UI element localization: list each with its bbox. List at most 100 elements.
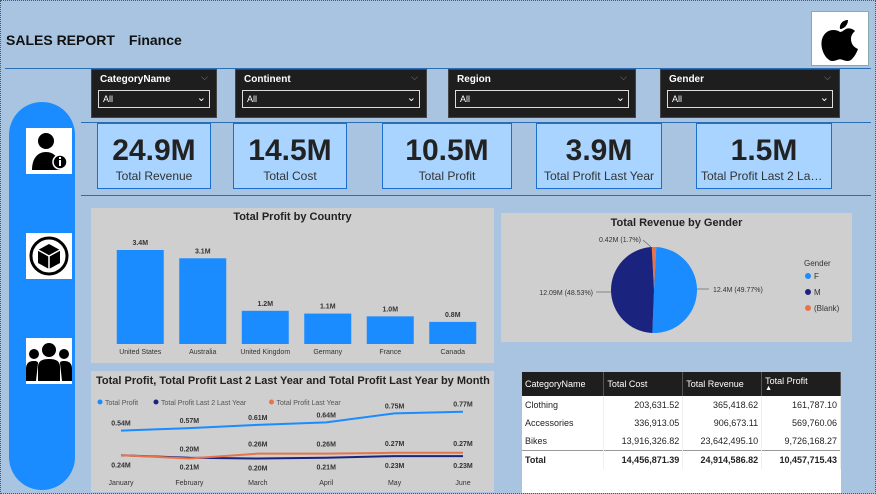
slicer-dropdown[interactable]: All ⌄	[98, 90, 210, 108]
x-tick-label: May	[388, 480, 402, 487]
kpi-value: 3.9M	[565, 134, 633, 167]
slicer-dropdown[interactable]: All ⌄	[667, 90, 833, 108]
x-tick-label: United States	[119, 349, 162, 356]
nav-sidebar	[9, 102, 75, 490]
kpi-card-profit-last-2-years: 1.5M Total Profit Last 2 Last ...	[696, 123, 832, 189]
table-row: Accessories 336,913.05 906,673.11 569,76…	[522, 414, 841, 432]
bar	[179, 258, 227, 344]
bar	[241, 310, 289, 344]
kpi-card-total-cost: 14.5M Total Cost	[233, 123, 347, 189]
x-tick-label: February	[175, 480, 204, 487]
kpi-value: 24.9M	[112, 134, 196, 167]
bar	[429, 321, 477, 344]
data-label: 3.1M	[195, 248, 211, 255]
legend-label: F	[814, 272, 819, 281]
x-tick-label: June	[455, 480, 470, 487]
column-header-sorted[interactable]: Total Profit ▲	[761, 372, 841, 396]
table-cell: 203,631.52	[603, 396, 684, 414]
pie-slice	[652, 247, 697, 333]
legend-label: Total Profit Last Year	[277, 400, 342, 407]
bar	[116, 250, 164, 344]
table-cell: 336,913.05	[603, 414, 684, 432]
pie-chart: 12.4M (49.77%) 12.09M (48.53%) 0.42M (1.7%…	[539, 237, 840, 333]
slicer-region[interactable]: Region ⌵ All ⌄	[448, 69, 636, 118]
x-tick-label: Canada	[440, 349, 465, 356]
x-tick-label: United Kingdom	[240, 349, 290, 356]
kpi-value: 10.5M	[405, 134, 489, 167]
column-header[interactable]: Total Cost	[603, 372, 684, 396]
x-tick-label: France	[379, 349, 401, 356]
kpi-value: 1.5M	[730, 134, 798, 167]
legend-marker	[805, 305, 811, 311]
kpi-caption: Total Cost	[263, 169, 317, 183]
data-label: 0.27M	[453, 441, 473, 448]
table-cell: 161,787.10	[761, 396, 841, 414]
series-line	[120, 410, 464, 432]
data-label: 1.1M	[320, 304, 336, 311]
data-label: 0.20M	[248, 466, 268, 473]
line-chart-panel[interactable]: Total Profit, Total Profit Last 2 Last Y…	[91, 371, 494, 492]
table-cell: 13,916,326.82	[603, 432, 684, 451]
x-tick-label: Australia	[189, 349, 216, 356]
kpi-caption: Total Profit Last Year	[543, 169, 655, 183]
data-label: 12.4M (49.77%)	[713, 287, 763, 294]
legend-label: (Blank)	[814, 304, 840, 313]
kpi-value: 14.5M	[248, 134, 332, 167]
legend-title: Gender	[804, 259, 831, 268]
kpi-card-total-profit: 10.5M Total Profit	[382, 123, 512, 189]
data-label: 1.0M	[382, 306, 398, 313]
kpi-card-profit-last-year: 3.9M Total Profit Last Year	[536, 123, 662, 189]
data-label: 3.4M	[132, 240, 148, 247]
box-icon[interactable]	[26, 233, 72, 279]
slicer-dropdown[interactable]: All ⌄	[455, 90, 629, 108]
data-label: 0.8M	[445, 312, 461, 319]
group-icon[interactable]	[26, 338, 72, 384]
data-label: 0.26M	[316, 442, 336, 449]
slicer-category[interactable]: CategoryName ⌵ All ⌄	[91, 69, 217, 118]
data-label: 0.77M	[453, 402, 473, 409]
report-title: SALES REPORT	[6, 32, 115, 48]
bar	[366, 316, 414, 344]
data-label: 0.23M	[453, 463, 473, 470]
column-header[interactable]: CategoryName	[522, 372, 605, 396]
table-cell: 14,456,871.39	[603, 450, 684, 469]
chevron-down-icon: ⌄	[196, 92, 206, 104]
pie-slice	[611, 247, 654, 333]
kpi-divider	[81, 195, 871, 196]
slicer-continent[interactable]: Continent ⌵ All ⌄	[235, 69, 427, 118]
data-label: 0.75M	[385, 403, 405, 410]
line-chart: Total Profit Total Profit Last 2 Last Yea…	[97, 399, 473, 487]
legend-marker	[805, 273, 811, 279]
data-label: 0.27M	[385, 441, 405, 448]
table-cell: 9,726,168.27	[761, 432, 841, 451]
table-total-row: Total 14,456,871.39 24,914,586.82 10,457…	[522, 450, 841, 469]
table-cell: 23,642,495.10	[682, 432, 763, 451]
data-label: 0.42M (1.7%)	[599, 237, 641, 244]
table-cell: 10,457,715.43	[761, 450, 841, 469]
slicer-gender[interactable]: Gender ⌵ All ⌄	[660, 69, 840, 118]
pie-chart-panel[interactable]: Total Revenue by Gender 12.4M (49.77%) 12…	[501, 213, 852, 342]
apple-logo-icon	[811, 11, 869, 66]
user-info-icon[interactable]	[26, 128, 72, 174]
data-label: 1.2M	[257, 301, 273, 308]
slicer-dropdown[interactable]: All ⌄	[242, 90, 420, 108]
table-cell: 24,914,586.82	[682, 450, 763, 469]
x-tick-label: March	[248, 480, 268, 487]
legend-marker	[805, 289, 811, 295]
table-cell: 365,418.62	[682, 396, 763, 414]
column-header[interactable]: Total Revenue	[682, 372, 763, 396]
table-cell: Clothing	[522, 396, 605, 414]
page-title: SALES REPORT Finance	[6, 32, 182, 48]
slicer-label: Region	[457, 74, 491, 85]
category-table-panel[interactable]: CategoryName Total Cost Total Revenue To…	[522, 372, 841, 493]
table-header-row: CategoryName Total Cost Total Revenue To…	[522, 372, 841, 396]
x-tick-label: Germany	[313, 349, 342, 356]
table-row: Bikes 13,916,326.82 23,642,495.10 9,726,…	[522, 432, 841, 451]
chevron-down-icon: ⌵	[411, 72, 418, 82]
kpi-caption: Total Revenue	[115, 169, 193, 183]
legend-label: M	[814, 288, 821, 297]
bar-chart-panel[interactable]: Total Profit by Country 3.4M United State…	[91, 208, 494, 363]
chevron-down-icon: ⌵	[620, 72, 627, 82]
sort-caret-icon: ▲	[765, 385, 773, 392]
slicer-label: Continent	[244, 74, 291, 85]
